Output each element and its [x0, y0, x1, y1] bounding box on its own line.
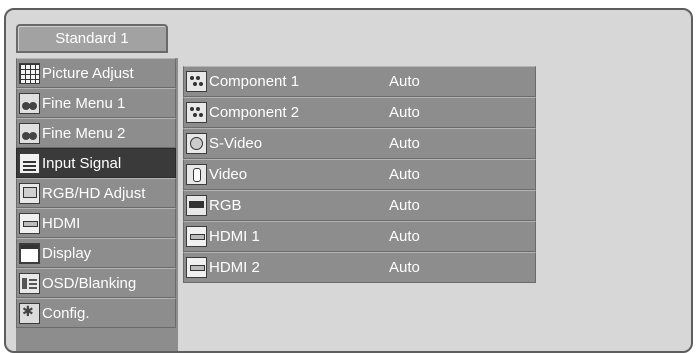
sidebar-item-label: Config.: [42, 304, 90, 322]
preset-title[interactable]: Standard 1: [16, 24, 168, 53]
sidebar-item-fine-menu-2[interactable]: Fine Menu 2: [16, 118, 176, 148]
sidebar-item-input-signal[interactable]: Input Signal: [16, 148, 176, 178]
sidebar-item-label: Fine Menu 2: [42, 124, 126, 142]
sidebar-item-hdmi[interactable]: HDMI: [16, 208, 176, 238]
sidebar-item-label: Picture Adjust: [42, 64, 134, 82]
sidebar-item-label: Fine Menu 1: [42, 94, 126, 112]
hdmi-icon: [186, 226, 207, 247]
sidebar-item-rgb-hd-adjust[interactable]: RGB/HD Adjust: [16, 178, 176, 208]
component-icon: [186, 102, 207, 123]
input-label: S-Video: [209, 135, 263, 152]
input-value[interactable]: Auto: [389, 166, 420, 183]
s-video-icon: [186, 133, 207, 154]
input-value[interactable]: Auto: [389, 135, 420, 152]
input-signal-icon: [19, 152, 40, 174]
sidebar-item-label: RGB/HD Adjust: [42, 184, 146, 202]
video-icon: [186, 164, 207, 185]
sidebar-item-label: Display: [42, 244, 92, 262]
input-row-hdmi-1[interactable]: HDMI 1 Auto: [183, 221, 536, 252]
osd-icon: [19, 272, 40, 294]
input-value[interactable]: Auto: [389, 259, 420, 276]
input-label: Component 2: [209, 104, 300, 121]
input-row-hdmi-2[interactable]: HDMI 2 Auto: [183, 252, 536, 283]
input-label: HDMI 1: [209, 228, 260, 245]
input-row-s-video[interactable]: S-Video Auto: [183, 128, 536, 159]
config-icon: [19, 302, 40, 324]
input-label: HDMI 2: [209, 259, 260, 276]
monitor-icon: [19, 182, 40, 204]
component-icon: [186, 71, 207, 92]
sidebar-item-osd-blanking[interactable]: OSD/Blanking: [16, 268, 176, 298]
input-value[interactable]: Auto: [389, 197, 420, 214]
input-value[interactable]: Auto: [389, 104, 420, 121]
sidebar-item-picture-adjust[interactable]: Picture Adjust: [16, 58, 176, 88]
sidebar-item-display[interactable]: Display: [16, 238, 176, 268]
hdmi-icon: [186, 257, 207, 278]
fine-menu-icon: [19, 122, 40, 144]
input-label: Video: [209, 166, 248, 183]
input-label: RGB: [209, 197, 242, 214]
input-label: Component 1: [209, 73, 300, 90]
grid-icon: [19, 62, 40, 84]
display-icon: [19, 242, 40, 264]
sidebar-item-config[interactable]: Config.: [16, 298, 176, 328]
input-row-component-1[interactable]: Component 1 Auto: [183, 66, 536, 97]
sidebar-item-label: Input Signal: [42, 154, 122, 172]
input-row-rgb[interactable]: RGB Auto: [183, 190, 536, 221]
hdmi-icon: [19, 212, 40, 234]
fine-menu-icon: [19, 92, 40, 114]
input-value[interactable]: Auto: [389, 228, 420, 245]
input-row-component-2[interactable]: Component 2 Auto: [183, 97, 536, 128]
menu-sidebar: Picture Adjust Fine Menu 1 Fine Menu 2 I…: [16, 58, 178, 351]
input-row-video[interactable]: Video Auto: [183, 159, 536, 190]
osd-menu-panel: Standard 1 Picture Adjust Fine Menu 1 Fi…: [4, 8, 693, 353]
sidebar-item-fine-menu-1[interactable]: Fine Menu 1: [16, 88, 176, 118]
rgb-icon: [186, 195, 207, 216]
input-value[interactable]: Auto: [389, 73, 420, 90]
sidebar-item-label: HDMI: [42, 214, 81, 232]
sidebar-item-label: OSD/Blanking: [42, 274, 137, 292]
